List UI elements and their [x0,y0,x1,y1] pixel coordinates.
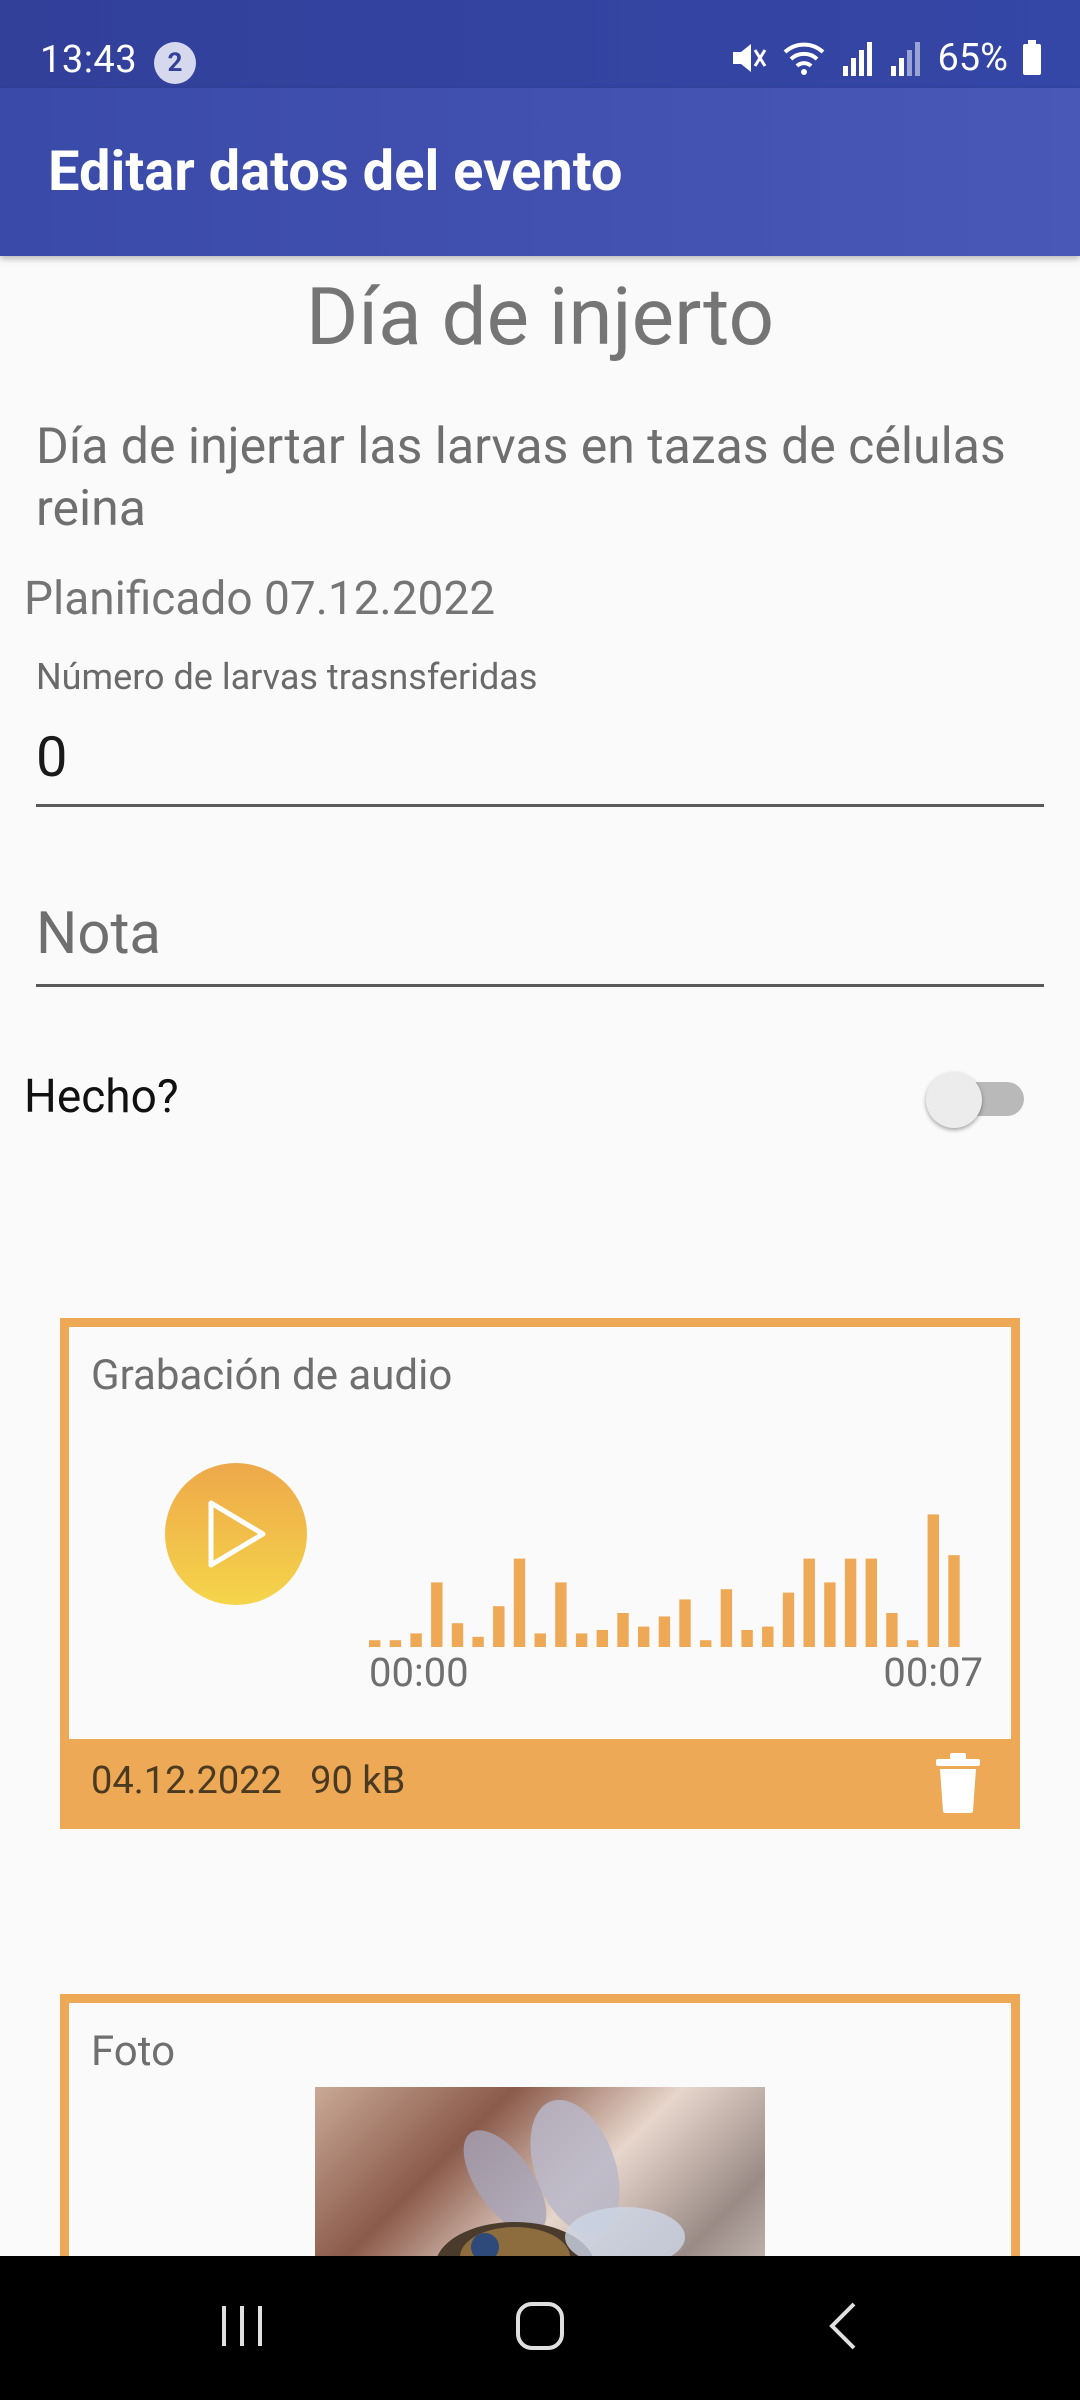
waveform-bar [803,1558,815,1647]
larvae-count-label: Número de larvas trasnsferidas [36,656,538,698]
photo-card: Foto [60,1994,1020,2294]
waveform-bar [596,1630,608,1647]
waveform-bar [679,1599,691,1647]
battery-icon [1023,40,1041,75]
waveform-bar [493,1606,505,1647]
back-icon[interactable] [814,2296,874,2356]
waveform-bar [410,1633,422,1647]
battery-percent: 65% [937,36,1008,80]
note-underline [36,984,1044,987]
waveform-bar [824,1582,836,1647]
waveform-bar [844,1558,857,1647]
waveform-bar [555,1582,567,1647]
waveform-bar [513,1558,526,1647]
page-title: Editar datos del evento [48,138,623,204]
waveform-bar [369,1640,381,1647]
event-title: Día de injerto [305,270,775,364]
trash-icon[interactable] [934,1751,982,1815]
done-toggle[interactable] [926,1072,1026,1128]
waveform-bar [617,1613,629,1647]
waveform-bar [927,1514,939,1647]
app-bar: Editar datos del evento [0,88,1080,256]
audio-date: 04.12.2022 [91,1759,282,1803]
audio-footer: 04.12.2022 90 kB [60,1739,1020,1829]
waveform-bar [886,1613,898,1647]
waveform-bar [948,1555,960,1647]
audio-meta: 04.12.2022 90 kB [91,1759,405,1803]
waveform-bar [472,1636,484,1647]
audio-end-time: 00:07 [883,1649,983,1696]
waveform-bar [720,1589,733,1647]
wifi-icon [784,42,825,75]
waveform-bar [638,1626,650,1647]
recent-apps-icon[interactable] [212,2296,272,2356]
audio-size: 90 kB [310,1759,406,1803]
event-description: Día de injertar las larvas en tazas de c… [36,418,1006,538]
waveform-bar [782,1592,795,1647]
waveform-bar [865,1558,877,1647]
audio-card-title: Grabación de audio [91,1351,453,1400]
waveform-bar [534,1633,546,1647]
audio-waveform[interactable] [369,1477,969,1647]
waveform-bar [575,1633,588,1647]
audio-start-time: 00:00 [369,1649,469,1696]
home-icon[interactable] [510,2296,570,2356]
larvae-count-underline [36,804,1044,807]
notification-count-badge: 2 [154,42,196,84]
waveform-bar [451,1623,464,1647]
waveform-bar [389,1640,402,1647]
note-input[interactable]: Nota [36,900,161,968]
play-icon [208,1500,266,1568]
larvae-count-input[interactable]: 0 [36,724,67,790]
play-button[interactable] [165,1463,307,1605]
waveform-bar [700,1640,712,1647]
signal-icon [891,42,921,76]
waveform-bar [762,1626,774,1647]
done-label: Hecho? [24,1070,179,1124]
waveform-bar [658,1616,671,1647]
planned-date: Planificado 07.12.2022 [24,572,496,626]
mute-icon [733,44,767,72]
toggle-thumb [926,1072,982,1128]
waveform-bar [431,1582,443,1647]
waveform-bar [906,1640,919,1647]
status-time: 13:43 [40,38,138,82]
photo-card-title: Foto [91,2027,176,2076]
waveform-bar [741,1630,753,1647]
navigation-bar [0,2256,1080,2400]
audio-recording-card: Grabación de audio 00:00 00:07 04.12.202… [60,1318,1020,1829]
status-icons: 65% [727,36,1042,80]
signal-icon [843,42,873,76]
status-bar: 13:43 2 65% [0,0,1080,88]
